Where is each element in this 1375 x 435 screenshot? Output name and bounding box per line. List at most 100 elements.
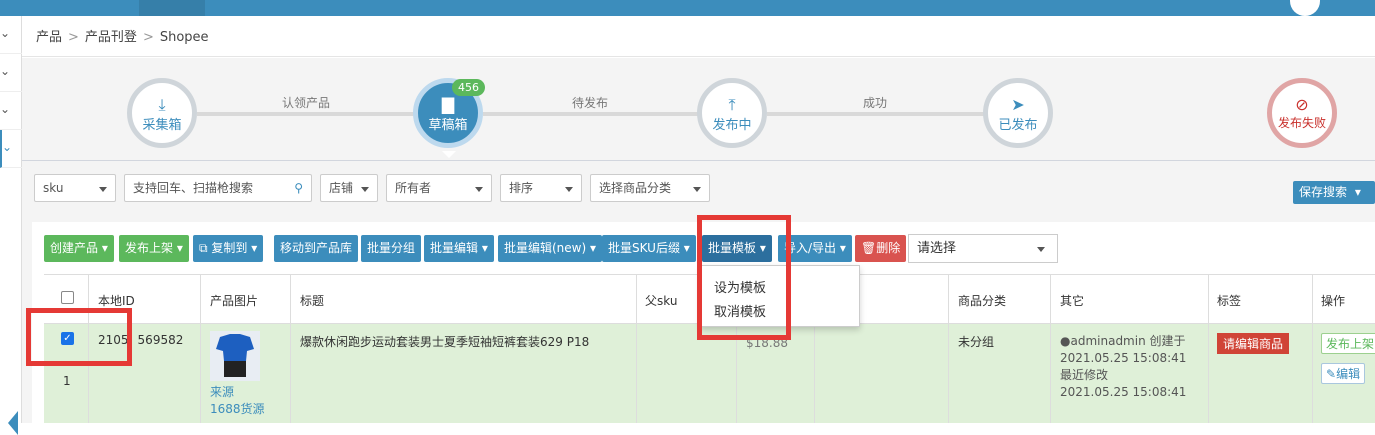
breadcrumb-sep: > [68, 30, 79, 45]
publish-button[interactable]: 发布上架 ▾ [119, 235, 189, 262]
edit-icon: ✎ [1326, 367, 1337, 381]
button-label: 导入/导出 [784, 241, 837, 255]
search-input[interactable]: 支持回车、扫描枪搜索 ⚲ [124, 174, 312, 202]
chevron-down-icon: ⌄ [0, 26, 11, 40]
column-header-tags: 标签 [1217, 294, 1242, 308]
creator-line: ●adminadmin 创建于 [1060, 333, 1186, 350]
download-icon: ⤓ [158, 95, 166, 114]
owner-select-value: 所有者 [395, 181, 432, 195]
folder-icon: ▇ [441, 95, 455, 114]
search-icon[interactable]: ⚲ [294, 175, 303, 201]
breadcrumb-item[interactable]: 产品刊登 [85, 30, 137, 45]
top-nav-active-tab[interactable] [139, 0, 205, 16]
action-select[interactable]: 请选择 [908, 234, 1058, 263]
eye-slash-icon: ⊘ [1295, 95, 1309, 114]
active-step-pointer [442, 151, 456, 158]
column-divider [948, 274, 949, 423]
delete-button[interactable]: 🗑删除 [855, 235, 907, 262]
column-header-category: 商品分类 [958, 294, 1007, 308]
sidebar-item-3[interactable]: ⌄ [0, 92, 22, 130]
sidebar-collapse-handle[interactable] [8, 411, 18, 435]
caret-down-icon [565, 187, 573, 192]
product-title[interactable]: 爆款休闲跑步运动套装男士夏季短袖短裤套装629 P18 [300, 333, 630, 350]
product-image [210, 331, 260, 381]
sku-select[interactable]: sku [34, 174, 116, 202]
product-meta: ●adminadmin 创建于 2021.05.25 15:08:41 最近修改… [1060, 333, 1186, 401]
button-label: 批量分组 [367, 241, 416, 255]
column-divider [1208, 274, 1209, 423]
highlight-box-checkbox [26, 308, 132, 366]
divider [22, 160, 1375, 161]
edit-label: 编辑 [1336, 367, 1361, 381]
workflow-connector [483, 112, 701, 116]
shop-select[interactable]: 店铺 [320, 174, 378, 202]
workflow-step-failed[interactable]: ⊘ 发布失败 [1267, 78, 1337, 148]
send-icon: ➤ [1011, 95, 1025, 114]
breadcrumb-item[interactable]: 产品 [36, 30, 62, 45]
row-local-id-tail: 569582 [137, 333, 184, 347]
user-avatar[interactable] [1290, 0, 1320, 16]
column-header-id[interactable]: 本地ID [98, 292, 135, 309]
draft-count-badge: 456 [452, 79, 485, 96]
top-nav-bar [0, 0, 1375, 16]
row-publish-button[interactable]: 发布上架 [1321, 333, 1375, 354]
caret-down-icon [1037, 247, 1045, 252]
column-divider [1312, 274, 1313, 423]
batch-edit-new-button[interactable]: 批量编辑(new) ▾ [498, 235, 603, 262]
created-at: 2021.05.25 15:08:41 [1060, 351, 1187, 365]
caret-down-icon [361, 187, 369, 192]
workflow-connector [197, 112, 417, 116]
workflow-step-publishing[interactable]: ⤒ 发布中 [697, 78, 767, 148]
workflow-connector-label: 认领产品 [282, 96, 331, 110]
column-divider [636, 274, 637, 423]
column-header-parent-sku[interactable]: 父sku [645, 292, 677, 309]
caret-down-icon [693, 187, 701, 192]
sku-select-value: sku [43, 181, 64, 195]
button-label: 创建产品 [50, 241, 99, 255]
caret-down-icon [475, 187, 483, 192]
step-label: 已发布 [998, 118, 1038, 133]
upload-icon: ⤒ [728, 95, 736, 114]
sort-select-value: 排序 [509, 181, 534, 195]
batch-edit-button[interactable]: 批量编辑 ▾ [424, 235, 494, 262]
batch-sku-suffix-button[interactable]: 批量SKU后缀 ▾ [602, 235, 696, 262]
product-category: 未分组 [958, 335, 995, 349]
batch-group-button[interactable]: 批量分组 [361, 235, 422, 262]
workflow-connector [767, 112, 987, 116]
select-all-checkbox[interactable] [61, 291, 74, 304]
move-to-library-button[interactable]: 移动到产品库 [274, 235, 359, 262]
row-index: 1 [63, 374, 71, 388]
column-divider [290, 274, 291, 423]
column-divider [200, 274, 201, 423]
workflow-step-published[interactable]: ➤ 已发布 [983, 78, 1053, 148]
copy-to-button[interactable]: ⧉ 复制到 ▾ [193, 235, 264, 262]
button-label: 批量编辑(new) [504, 241, 587, 255]
create-product-button[interactable]: 创建产品 ▾ [44, 235, 114, 262]
sidebar: ⌄ ⌄ ⌄ ⌄ [0, 16, 22, 435]
save-search-button[interactable]: 保存搜索 ▾ [1293, 181, 1375, 204]
modified-at: 2021.05.25 15:08:41 [1060, 385, 1187, 399]
owner-select[interactable]: 所有者 [386, 174, 492, 202]
button-label: 删除 [876, 241, 901, 255]
workflow-connector-label: 成功 [863, 96, 888, 110]
source-link[interactable]: 1688货源 [210, 400, 265, 417]
sidebar-item-4[interactable]: ⌄ [0, 130, 22, 168]
copy-icon: ⧉ [199, 241, 208, 255]
category-select[interactable]: 选择商品分类 [590, 174, 710, 202]
creator-text: adminadmin 创建于 [1070, 334, 1186, 348]
step-label: 发布中 [712, 118, 752, 133]
user-icon: ● [1060, 334, 1071, 348]
sort-select[interactable]: 排序 [500, 174, 582, 202]
row-edit-button[interactable]: ✎编辑 [1321, 363, 1366, 384]
workflow-step-collect[interactable]: ⤓ 采集箱 [127, 78, 197, 148]
product-thumbnail[interactable] [210, 331, 260, 381]
sidebar-item-1[interactable]: ⌄ [0, 16, 22, 54]
step-label: 草稿箱 [428, 118, 468, 133]
button-label: 移动到产品库 [280, 241, 353, 255]
caret-down-icon[interactable]: ▾ [1355, 185, 1361, 199]
sidebar-item-2[interactable]: ⌄ [0, 54, 22, 92]
column-header-title[interactable]: 标题 [300, 292, 324, 309]
step-label: 发布失败 [1277, 116, 1326, 130]
tag-badge[interactable]: 请编辑商品 [1217, 333, 1290, 354]
step-label: 采集箱 [142, 118, 182, 133]
